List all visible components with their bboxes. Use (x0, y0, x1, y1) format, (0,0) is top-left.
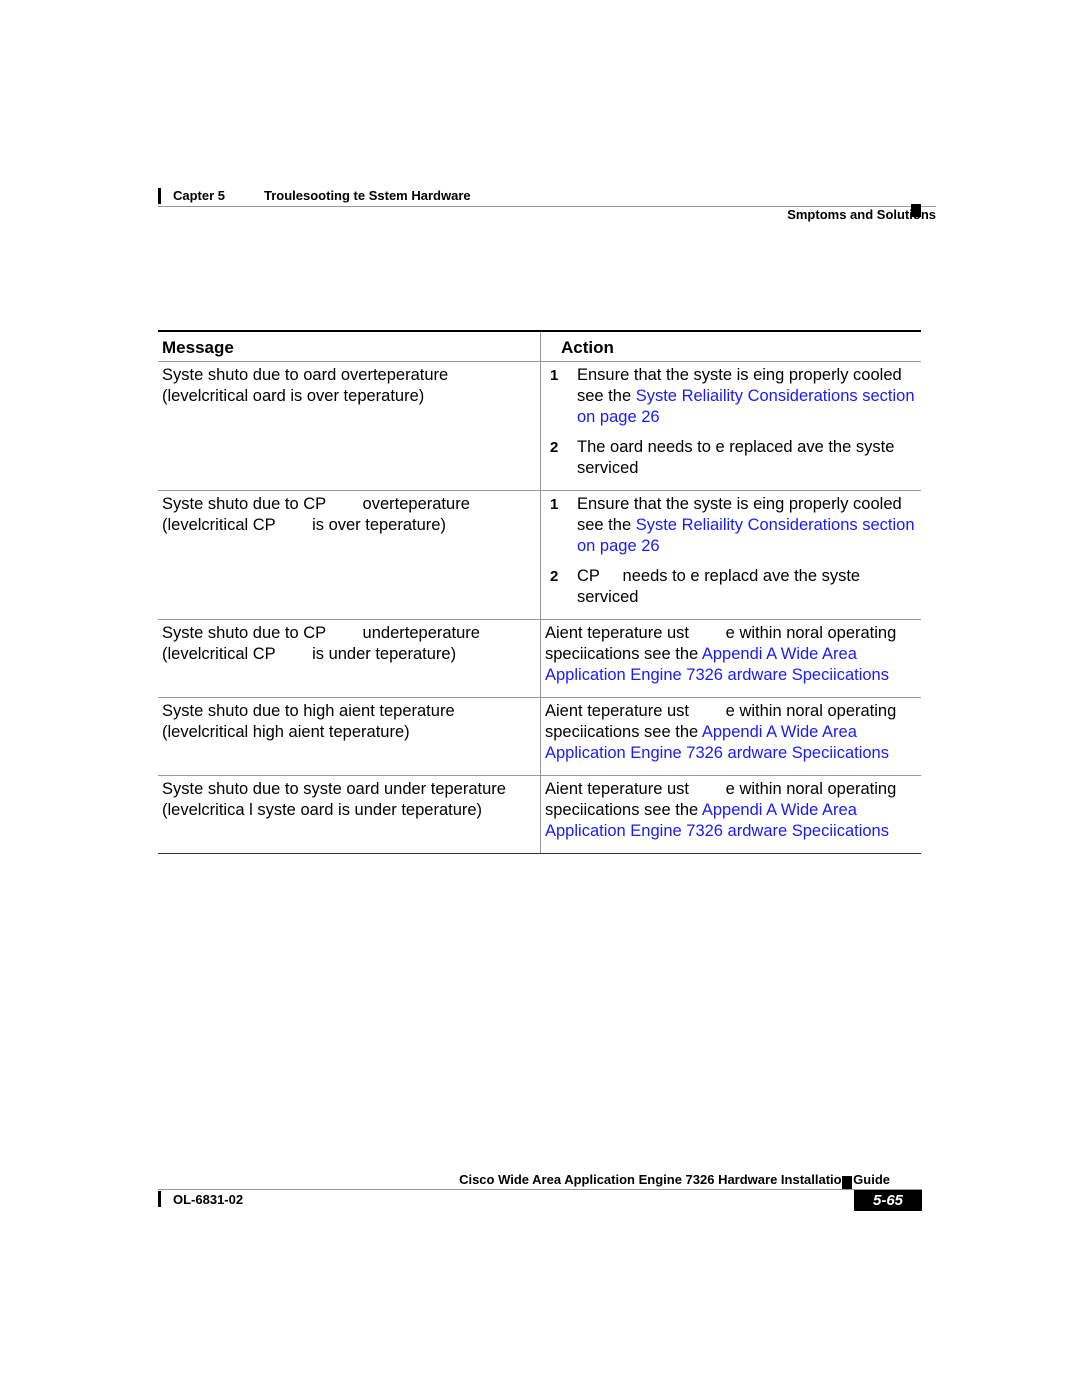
table-row: Syste shuto due to CP overteperature (le… (158, 490, 921, 620)
action-cell: 1 Ensure that the syste is eing properly… (540, 490, 921, 620)
message-cell: Syste shuto due to CP underteperature (l… (158, 619, 541, 698)
step-text: Ensure that the syste is eing properly c… (577, 365, 917, 428)
footer-bar (158, 1191, 161, 1207)
chapter-title: Troulesooting te Sstem Hardware (264, 188, 471, 203)
message-cell: Syste shuto due to oard overteperature (… (158, 361, 541, 491)
message-cell: Syste shuto due to high aient teperature… (158, 697, 541, 776)
table-row: Syste shuto due to oard overteperature (… (158, 361, 921, 491)
step-number: 1 (550, 496, 559, 513)
action-cell: Aient teperature ust e within noral oper… (540, 775, 921, 854)
step-number: 2 (550, 439, 559, 456)
step-number: 2 (550, 568, 559, 585)
table-header-row: Message Action (158, 330, 921, 362)
action-step: 1 Ensure that the syste is eing properly… (545, 494, 917, 557)
step-text: Ensure that the syste is eing properly c… (577, 494, 917, 557)
action-cell: Aient teperature ust e within noral oper… (540, 619, 921, 698)
chapter-label: Capter 5 (173, 188, 226, 203)
column-header-action: Action (540, 330, 921, 362)
action-step: 2 CP needs to e replacd ave the syste se… (545, 566, 917, 608)
document-number: OL-6831-02 (173, 1192, 244, 1207)
message-action-table: Message Action Syste shuto due to oard o… (158, 330, 921, 854)
table-row: Syste shuto due to CP underteperature (l… (158, 619, 921, 698)
step-text: The oard needs to e replaced ave the sys… (577, 438, 895, 477)
step-number: 1 (550, 367, 559, 384)
action-step: 1 Ensure that the syste is eing properly… (545, 365, 917, 428)
table-row: Syste shuto due to syste oard under tepe… (158, 775, 921, 854)
action-cell: Aient teperature ust e within noral oper… (540, 697, 921, 776)
header-bar (158, 188, 161, 204)
footer-marker (842, 1176, 852, 1189)
table-row: Syste shuto due to high aient teperature… (158, 697, 921, 776)
message-cell: Syste shuto due to syste oard under tepe… (158, 775, 541, 854)
step-text: CP needs to e replacd ave the syste serv… (577, 567, 865, 606)
column-header-message: Message (158, 330, 541, 362)
page-number: 5-65 (854, 1190, 922, 1211)
header-marker (911, 204, 921, 217)
footer-rule (158, 1189, 922, 1190)
action-step: 2 The oard needs to e replaced ave the s… (545, 437, 917, 479)
action-cell: 1 Ensure that the syste is eing properly… (540, 361, 921, 491)
guide-title: Cisco Wide Area Application Engine 7326 … (459, 1172, 890, 1187)
message-cell: Syste shuto due to CP overteperature (le… (158, 490, 541, 620)
